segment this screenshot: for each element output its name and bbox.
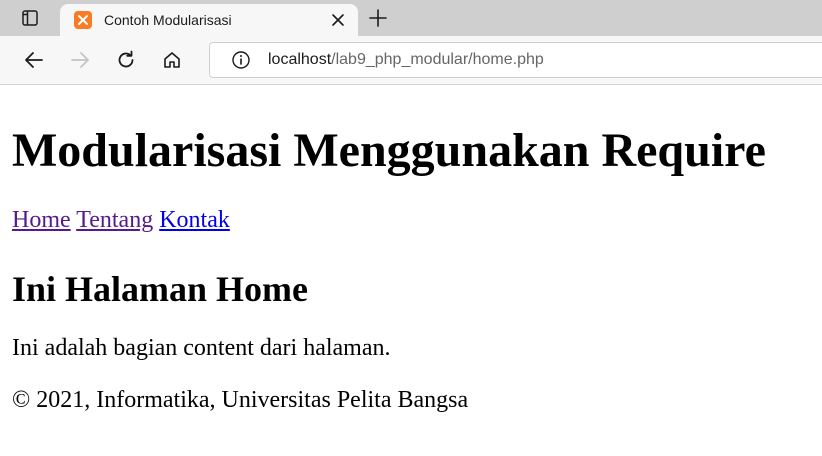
forward-button[interactable]	[62, 42, 98, 78]
page-content: Modularisasi Menggunakan Require Home Te…	[0, 85, 822, 414]
footer-text: © 2021, Informatika, Universitas Pelita …	[12, 387, 469, 413]
browser-toolbar: localhost/lab9_php_modular/home.php	[0, 36, 822, 85]
url-host: localhost	[268, 51, 332, 68]
nav-link-kontak[interactable]: Kontak	[159, 207, 230, 233]
url-path: /lab9_php_modular/home.php	[331, 51, 544, 68]
url-text[interactable]: localhost/lab9_php_modular/home.php	[268, 51, 544, 69]
address-bar[interactable]: localhost/lab9_php_modular/home.php	[209, 42, 822, 78]
main-nav: Home Tentang Kontak	[12, 206, 810, 234]
site-info-icon[interactable]	[230, 49, 252, 71]
back-button[interactable]	[16, 42, 52, 78]
tab-actions-button[interactable]	[0, 0, 60, 36]
section-heading: Ini Halaman Home	[12, 269, 309, 309]
home-button[interactable]	[154, 42, 190, 78]
tab-actions-icon	[21, 9, 39, 27]
tab-title: Contoh Modularisasi	[104, 12, 232, 28]
close-tab-icon[interactable]	[326, 8, 350, 32]
home-icon	[162, 50, 182, 70]
content-paragraph: Ini adalah bagian content dari halaman.	[12, 335, 391, 361]
xampp-favicon-icon	[74, 11, 92, 29]
forward-arrow-icon	[70, 50, 90, 70]
plus-icon	[369, 9, 387, 27]
back-arrow-icon	[24, 50, 44, 70]
refresh-button[interactable]	[108, 42, 144, 78]
tab-bar: Contoh Modularisasi	[0, 0, 822, 36]
nav-link-tentang[interactable]: Tentang	[76, 207, 153, 233]
page-title: Modularisasi Menggunakan Require	[12, 124, 766, 177]
refresh-icon	[116, 50, 136, 70]
new-tab-button[interactable]	[360, 0, 396, 36]
browser-tab[interactable]: Contoh Modularisasi	[60, 4, 358, 36]
nav-link-home[interactable]: Home	[12, 207, 71, 233]
